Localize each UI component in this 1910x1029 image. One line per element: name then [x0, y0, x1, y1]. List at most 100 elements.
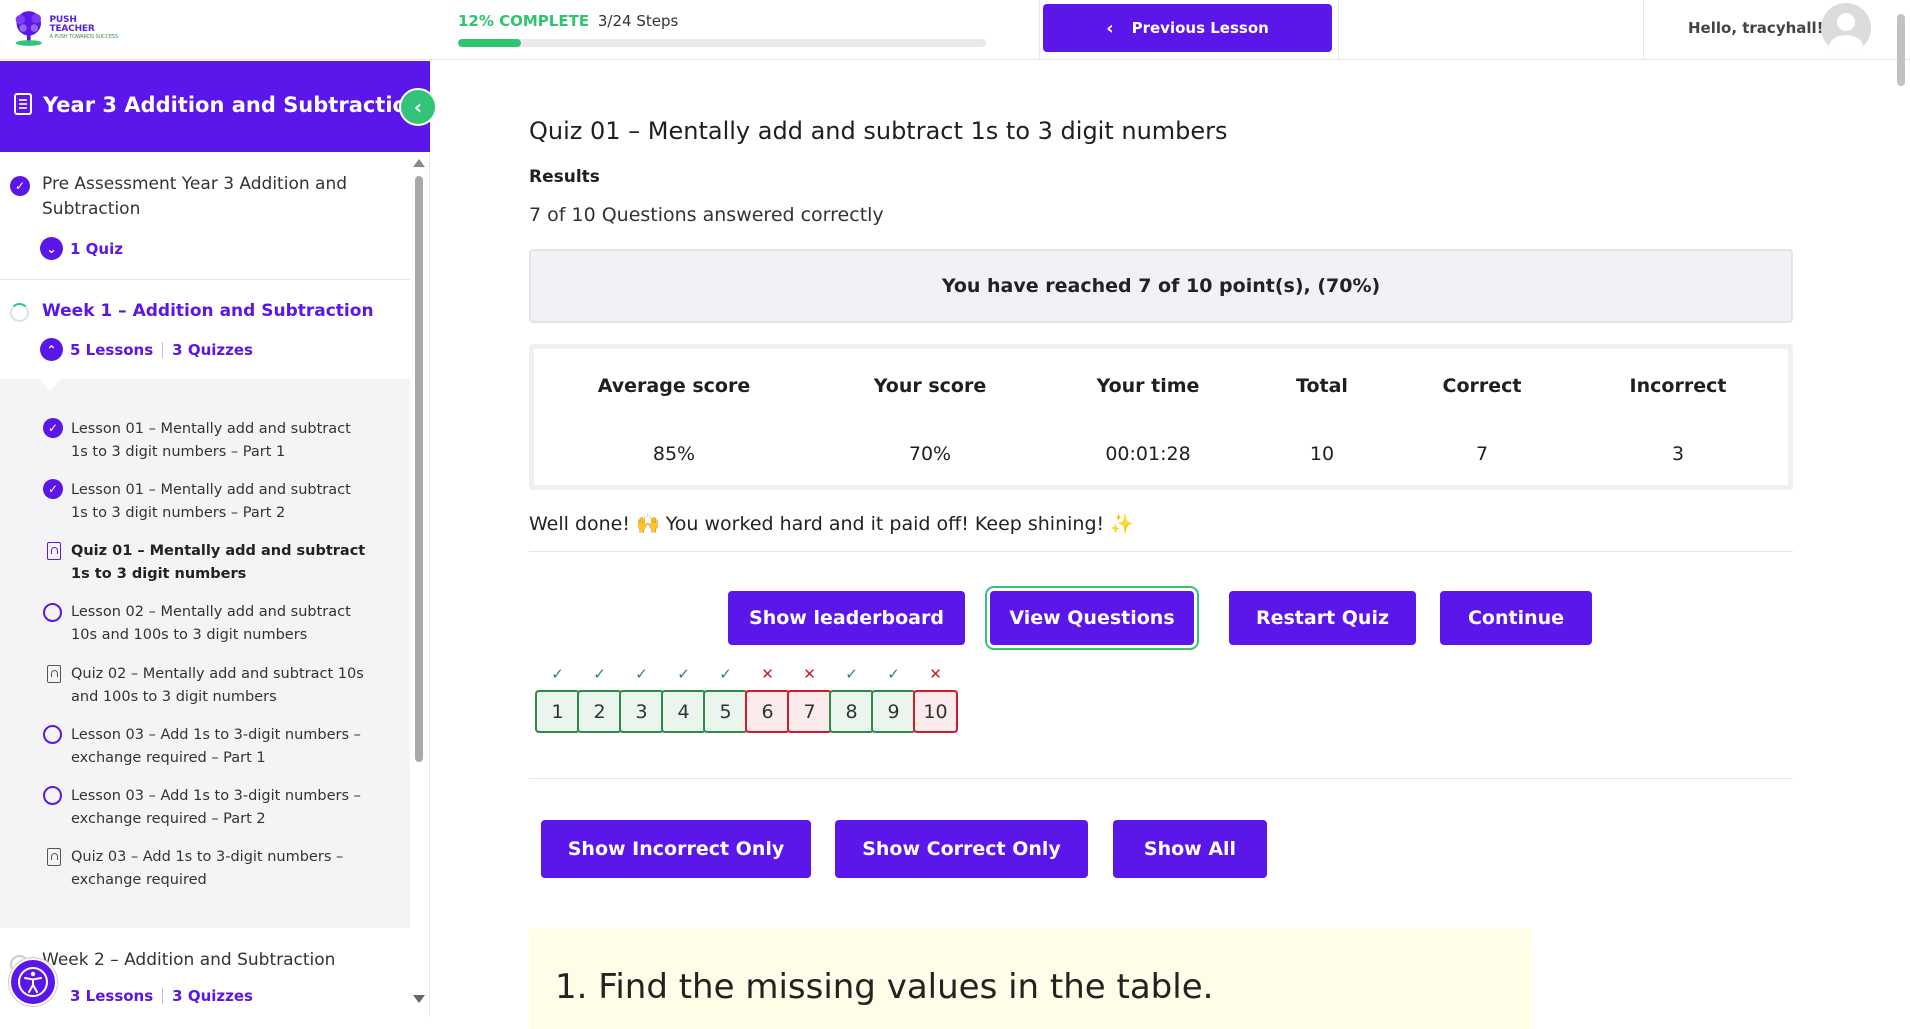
- lesson-item[interactable]: Lesson 01 – Mentally add and subtract 1s…: [71, 479, 371, 525]
- document-icon: [14, 93, 32, 115]
- question-result-box[interactable]: 6: [745, 690, 790, 733]
- check-icon: ✓: [635, 665, 648, 683]
- quiz-title: Quiz 01 – Mentally add and subtract 1s t…: [529, 117, 1228, 145]
- meta-separator: [162, 341, 164, 358]
- section-meta[interactable]: ⌄ 1 Quiz: [40, 237, 123, 260]
- question-result-box[interactable]: 4: [661, 690, 706, 733]
- header-divider: [1338, 0, 1339, 60]
- quiz-icon: [47, 542, 61, 560]
- chevron-left-icon: ‹: [413, 95, 423, 119]
- chevron-up-icon: ⌃: [40, 338, 63, 361]
- question-result-box[interactable]: 8: [829, 690, 874, 733]
- progress-bar: [458, 39, 986, 47]
- progress-ring-icon: [10, 303, 29, 322]
- question-text: 1. Find the missing values in the table.: [555, 967, 1214, 1007]
- question-result-box[interactable]: 1: [535, 690, 580, 733]
- section-divider: [0, 279, 410, 280]
- section-meta[interactable]: 3 Lessons 3 Quizzes: [70, 987, 253, 1005]
- stat-value: 85%: [652, 443, 696, 465]
- scroll-down-arrow[interactable]: [413, 995, 425, 1003]
- incomplete-circle-icon: [43, 603, 62, 622]
- brand-tagline: A PUSH TOWARDS SUCCESS: [49, 34, 119, 40]
- stat-label: Average score: [597, 375, 751, 397]
- progress-bar-fill: [458, 39, 522, 47]
- section-quiz-count: 3 Quizzes: [172, 987, 253, 1005]
- restart-quiz-button[interactable]: Restart Quiz: [1229, 591, 1416, 645]
- section-quiz-count: 3 Quizzes: [172, 340, 253, 359]
- check-icon: ✓: [43, 418, 63, 438]
- user-greeting: Hello, tracyhall!: [1688, 19, 1824, 37]
- course-title: Year 3 Addition and Subtraction: [43, 93, 422, 117]
- section-quiz-count: 1 Quiz: [70, 239, 123, 258]
- accessibility-button[interactable]: [9, 958, 57, 1006]
- page-scrollbar[interactable]: [1897, 14, 1905, 86]
- show-incorrect-only-button[interactable]: Show Incorrect Only: [541, 820, 811, 878]
- previous-lesson-button[interactable]: ‹ Previous Lesson: [1043, 4, 1332, 52]
- lesson-item[interactable]: Lesson 01 – Mentally add and subtract 1s…: [71, 418, 371, 464]
- show-correct-only-button[interactable]: Show Correct Only: [835, 820, 1088, 878]
- scroll-up-arrow[interactable]: [413, 159, 425, 167]
- meta-separator: [162, 988, 164, 1004]
- answered-summary: 7 of 10 Questions answered correctly: [529, 204, 884, 226]
- stat-label: Correct: [1442, 375, 1522, 397]
- section-title[interactable]: Week 2 – Addition and Subtraction: [42, 948, 335, 973]
- lesson-item[interactable]: Quiz 03 – Add 1s to 3-digit numbers – ex…: [71, 846, 371, 892]
- view-questions-button[interactable]: View Questions: [990, 591, 1194, 645]
- course-sidebar: Year 3 Addition and Subtraction ‹ ✓ Pre …: [0, 61, 437, 1017]
- tree-logo-icon: [15, 11, 42, 46]
- stat-value: 00:01:28: [1105, 443, 1191, 465]
- incomplete-circle-icon: [43, 786, 62, 805]
- incomplete-circle-icon: [43, 725, 62, 744]
- check-icon: ✓: [10, 176, 30, 196]
- show-leaderboard-button[interactable]: Show leaderboard: [728, 591, 965, 645]
- lesson-item[interactable]: Lesson 03 – Add 1s to 3-digit numbers – …: [71, 785, 371, 831]
- question-result-box[interactable]: 10: [913, 690, 958, 733]
- section-meta[interactable]: ⌃ 5 Lessons 3 Quizzes: [40, 338, 253, 361]
- question-result-box[interactable]: 7: [787, 690, 832, 733]
- section-title[interactable]: Pre Assessment Year 3 Addition and Subtr…: [42, 172, 362, 222]
- stats-table: Average score 85% Your score 70% Your ti…: [529, 344, 1793, 490]
- section-lesson-count: 3 Lessons: [70, 987, 154, 1005]
- progress-percent: 12% COMPLETE: [458, 12, 590, 30]
- results-label: Results: [529, 167, 600, 187]
- check-icon: ✓: [677, 665, 690, 683]
- cross-icon: ✕: [803, 665, 816, 683]
- stat-value: 3: [1671, 443, 1685, 465]
- check-icon: ✓: [887, 665, 900, 683]
- check-icon: ✓: [551, 665, 564, 683]
- course-progress: 12% COMPLETE 3/24 Steps: [458, 12, 988, 47]
- chevron-left-icon: ‹: [1106, 17, 1114, 39]
- section-lesson-count: 5 Lessons: [70, 340, 154, 359]
- points-summary: You have reached 7 of 10 point(s), (70%): [529, 249, 1793, 323]
- check-icon: ✓: [43, 479, 63, 499]
- sidebar-scrollbar[interactable]: [415, 176, 423, 762]
- quiz-icon: [47, 848, 61, 866]
- progress-steps: 3/24 Steps: [597, 12, 679, 30]
- header-divider: [1643, 0, 1644, 60]
- question-result-box[interactable]: 2: [577, 690, 622, 733]
- lesson-item[interactable]: Lesson 03 – Add 1s to 3-digit numbers – …: [71, 724, 371, 770]
- section-title[interactable]: Week 1 – Addition and Subtraction: [42, 299, 374, 324]
- stat-value: 7: [1475, 443, 1489, 465]
- user-avatar[interactable]: [1821, 3, 1871, 53]
- stat-label: Incorrect: [1629, 375, 1727, 397]
- lesson-item-current[interactable]: Quiz 01 – Mentally add and subtract 1s t…: [71, 540, 371, 586]
- stat-value: 70%: [908, 443, 952, 465]
- question-result-box[interactable]: 3: [619, 690, 664, 733]
- check-icon: ✓: [845, 665, 858, 683]
- cross-icon: ✕: [929, 665, 942, 683]
- brand-name: PUSH TEACHER: [49, 15, 95, 34]
- quiz-results: Quiz 01 – Mentally add and subtract 1s t…: [431, 61, 1897, 1029]
- check-icon: ✓: [719, 665, 732, 683]
- top-bar: PUSH TEACHER A PUSH TOWARDS SUCCESS 12% …: [0, 0, 1910, 60]
- lesson-item[interactable]: Lesson 02 – Mentally add and subtract 10…: [71, 601, 371, 647]
- push-teacher-logo[interactable]: PUSH TEACHER A PUSH TOWARDS SUCCESS: [10, 6, 120, 50]
- question-result-box[interactable]: 9: [871, 690, 916, 733]
- lesson-item[interactable]: Quiz 02 – Mentally add and subtract 10s …: [71, 663, 371, 709]
- continue-button[interactable]: Continue: [1440, 591, 1592, 645]
- divider: [529, 778, 1793, 779]
- show-all-button[interactable]: Show All: [1113, 820, 1267, 878]
- question-result-box[interactable]: 5: [703, 690, 748, 733]
- cross-icon: ✕: [761, 665, 774, 683]
- accessibility-icon: [18, 967, 48, 997]
